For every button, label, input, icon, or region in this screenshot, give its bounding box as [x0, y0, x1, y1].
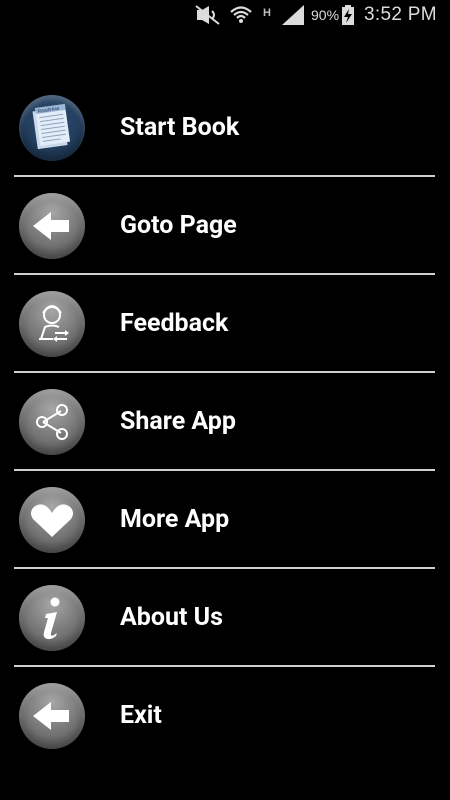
arrow-left-icon: [19, 193, 85, 259]
menu-item-label: Start Book: [120, 113, 240, 142]
menu-item-label: Feedback: [120, 309, 229, 338]
battery-percent: 90%: [311, 7, 340, 23]
status-bar: H 90% 3:52 PM: [0, 0, 450, 32]
clock: 3:52 PM: [364, 4, 437, 25]
menu-item-label: Goto Page: [120, 211, 237, 240]
menu-item-start-book[interactable]: ReadHow Start Book: [0, 79, 450, 177]
book-pages-icon: ReadHow: [19, 95, 85, 161]
menu-item-share-app[interactable]: Share App: [0, 373, 450, 471]
menu-item-goto-page[interactable]: Goto Page: [0, 177, 450, 275]
menu-item-label: Share App: [120, 407, 236, 436]
signal-icon: [282, 5, 304, 25]
share-icon: [19, 389, 85, 455]
wifi-icon: [230, 6, 252, 23]
svg-text:H: H: [263, 7, 271, 19]
menu-item-about-us[interactable]: About Us: [0, 569, 450, 667]
info-icon: [19, 585, 85, 651]
menu-item-feedback[interactable]: Feedback: [0, 275, 450, 373]
main-menu: ReadHow Start Book Goto Page Feedback Sh…: [0, 79, 450, 765]
menu-item-label: Exit: [120, 701, 162, 730]
battery-charging-icon: [342, 5, 354, 25]
feedback-person-icon: [19, 291, 85, 357]
arrow-left-icon: [19, 683, 85, 749]
heart-icon: [19, 487, 85, 553]
menu-item-exit[interactable]: Exit: [0, 667, 450, 765]
menu-item-label: More App: [120, 505, 230, 534]
hspa-icon: H: [263, 7, 271, 19]
menu-item-label: About Us: [120, 603, 223, 632]
menu-item-more-app[interactable]: More App: [0, 471, 450, 569]
mute-icon: [195, 5, 220, 25]
